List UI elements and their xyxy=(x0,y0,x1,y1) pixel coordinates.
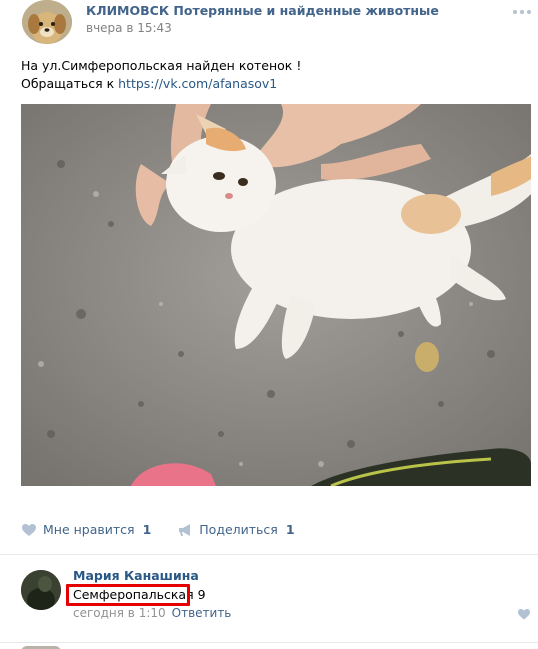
comment-author-name[interactable]: Мария Канашина xyxy=(73,568,199,583)
post-text: На ул.Симферопольская найден котенок ! О… xyxy=(21,57,301,93)
post-text-contact-prefix: Обращаться к xyxy=(21,76,119,91)
share-megaphone-icon xyxy=(179,523,191,536)
post-timestamp[interactable]: вчера в 15:43 xyxy=(86,21,172,35)
like-label: Мне нравится xyxy=(43,522,135,537)
share-button[interactable]: Поделиться 1 xyxy=(177,522,295,537)
comment-timestamp[interactable]: сегодня в 1:10 xyxy=(73,606,166,620)
share-label: Поделиться xyxy=(199,522,278,537)
comment-text: Семферопальская 9 xyxy=(73,587,206,602)
group-name-link[interactable]: КЛИМОВСК Потерянные и найденные животные xyxy=(86,3,439,18)
group-avatar[interactable] xyxy=(22,0,72,44)
more-options-icon[interactable] xyxy=(512,4,532,20)
comments-divider-2 xyxy=(0,642,538,643)
comment-heart-icon[interactable] xyxy=(517,608,531,620)
post-actions: Мне нравится 1 Поделиться 1 xyxy=(21,522,321,537)
profile-link[interactable]: https://vk.com/afanasov1 xyxy=(118,76,277,91)
like-count: 1 xyxy=(142,522,152,537)
comments-divider xyxy=(0,554,538,555)
comment-author-avatar[interactable] xyxy=(21,570,61,610)
like-button[interactable]: Мне нравится 1 xyxy=(21,522,151,537)
dog-avatar-image xyxy=(22,0,72,44)
kitten-photo-image xyxy=(21,104,531,486)
user-avatar-image xyxy=(21,570,61,610)
comment-meta: сегодня в 1:10 Ответить xyxy=(73,606,231,620)
wall-post: КЛИМОВСК Потерянные и найденные животные… xyxy=(0,0,538,649)
post-text-line-1: На ул.Симферопольская найден котенок ! xyxy=(21,58,302,73)
post-photo[interactable] xyxy=(21,104,531,486)
reply-button[interactable]: Ответить xyxy=(172,606,232,620)
post-text-line-2: Обращаться к https://vk.com/afanasov1 xyxy=(21,75,301,93)
heart-icon xyxy=(22,523,36,536)
share-count: 1 xyxy=(285,522,295,537)
